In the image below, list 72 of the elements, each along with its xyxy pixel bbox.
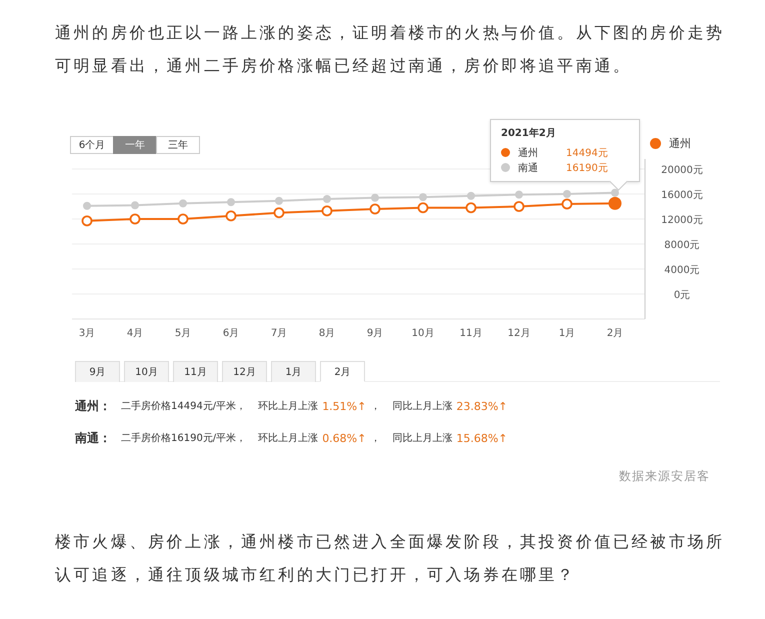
- tooltip-title: 2021年2月: [501, 126, 557, 140]
- data-point: [323, 195, 331, 203]
- change-label: 环比上月上涨: [258, 400, 318, 413]
- data-point: [370, 204, 380, 214]
- change-value: 23.83%↑: [456, 400, 508, 412]
- x-tick-label: 11月: [460, 328, 482, 339]
- data-point: [274, 207, 284, 218]
- data-point: [131, 201, 139, 210]
- change-label: 同比上月上涨: [392, 400, 452, 413]
- data-point: [514, 201, 524, 212]
- x-tick-label: 2月: [606, 328, 624, 339]
- y-tick-label: 20000元: [661, 165, 703, 176]
- city-label: 通州：: [75, 398, 111, 414]
- data-point: [227, 198, 235, 206]
- y-tick-label: 16000元: [661, 190, 703, 201]
- series-value: 16190元: [566, 162, 608, 174]
- x-tick-label: 4月: [126, 328, 144, 339]
- change-value: 15.68%↑: [456, 432, 508, 444]
- month-tab[interactable]: 10月: [124, 361, 169, 382]
- range-button[interactable]: 三年: [156, 136, 200, 154]
- series-label: 南通: [518, 162, 539, 174]
- data-point: [130, 214, 140, 224]
- data-point: [83, 202, 91, 210]
- change-value: 0.68%↑: [322, 432, 366, 444]
- data-point: [611, 188, 619, 197]
- y-tick-label: 8000元: [664, 240, 700, 251]
- month-tab[interactable]: 1月: [271, 361, 316, 382]
- y-tick-label: 0元: [674, 290, 690, 301]
- change-value: 1.51%↑: [322, 400, 366, 412]
- x-tick-label: 1月: [558, 328, 576, 339]
- month-tab[interactable]: 2月: [320, 361, 365, 382]
- x-tick-label: 3月: [78, 328, 96, 339]
- data-point: [467, 192, 475, 200]
- month-tab[interactable]: 12月: [222, 361, 267, 382]
- data-point: [418, 202, 428, 214]
- change-label: 同比上月上涨: [392, 432, 452, 445]
- price-text: 二手房价格14494元/平米，: [121, 400, 246, 413]
- legend-label: 通州: [669, 136, 691, 151]
- data-point: [371, 194, 379, 202]
- x-tick-label: 10月: [412, 328, 434, 339]
- separator-text: ，: [370, 400, 380, 413]
- x-tick-label: 12月: [508, 328, 530, 339]
- source-note: 数据来源安居客: [619, 468, 710, 485]
- x-tick-label: 8月: [318, 328, 336, 339]
- x-tick-label: 7月: [270, 328, 288, 339]
- x-tick-label: 9月: [366, 328, 384, 339]
- x-tick-label: 6月: [222, 328, 240, 339]
- y-tick-label: 4000元: [664, 265, 700, 276]
- city-label: 南通：: [75, 430, 111, 446]
- change-label: 环比上月上涨: [258, 432, 318, 445]
- outro-paragraph: 楼市火爆、房价上涨，通州楼市已然进入全面爆发阶段，其投资价值已经被市场所认可追逐，通往顶级城市红利的大门已打开，可入场券在哪里？: [55, 531, 726, 586]
- data-point: [322, 205, 332, 216]
- data-point: [226, 210, 236, 222]
- data-point: [178, 214, 188, 224]
- price-text: 二手房价格16190元/平米，: [121, 432, 246, 445]
- y-tick-label: 12000元: [661, 215, 703, 226]
- data-point: [515, 190, 523, 199]
- highlighted-point: [608, 196, 622, 210]
- month-tab[interactable]: 9月: [75, 361, 120, 382]
- series-value: 14494元: [566, 146, 608, 160]
- series-label: 通州: [518, 146, 539, 160]
- month-tab[interactable]: 11月: [173, 361, 218, 382]
- data-point: [179, 199, 187, 208]
- range-button[interactable]: 一年: [113, 136, 157, 154]
- data-point: [466, 202, 476, 214]
- x-tick-label: 5月: [174, 328, 192, 339]
- data-point: [275, 196, 283, 205]
- range-button[interactable]: 6个月: [70, 136, 114, 154]
- data-point: [82, 215, 92, 226]
- intro-paragraph: 通州的房价也正以一路上涨的姿态，证明着楼市的火热与价值。从下图的房价走势可明显看出，通州二手房价格涨幅已经超过南通，房价即将追平南通。: [55, 22, 726, 77]
- data-point: [562, 198, 572, 210]
- separator-text: ，: [370, 432, 380, 445]
